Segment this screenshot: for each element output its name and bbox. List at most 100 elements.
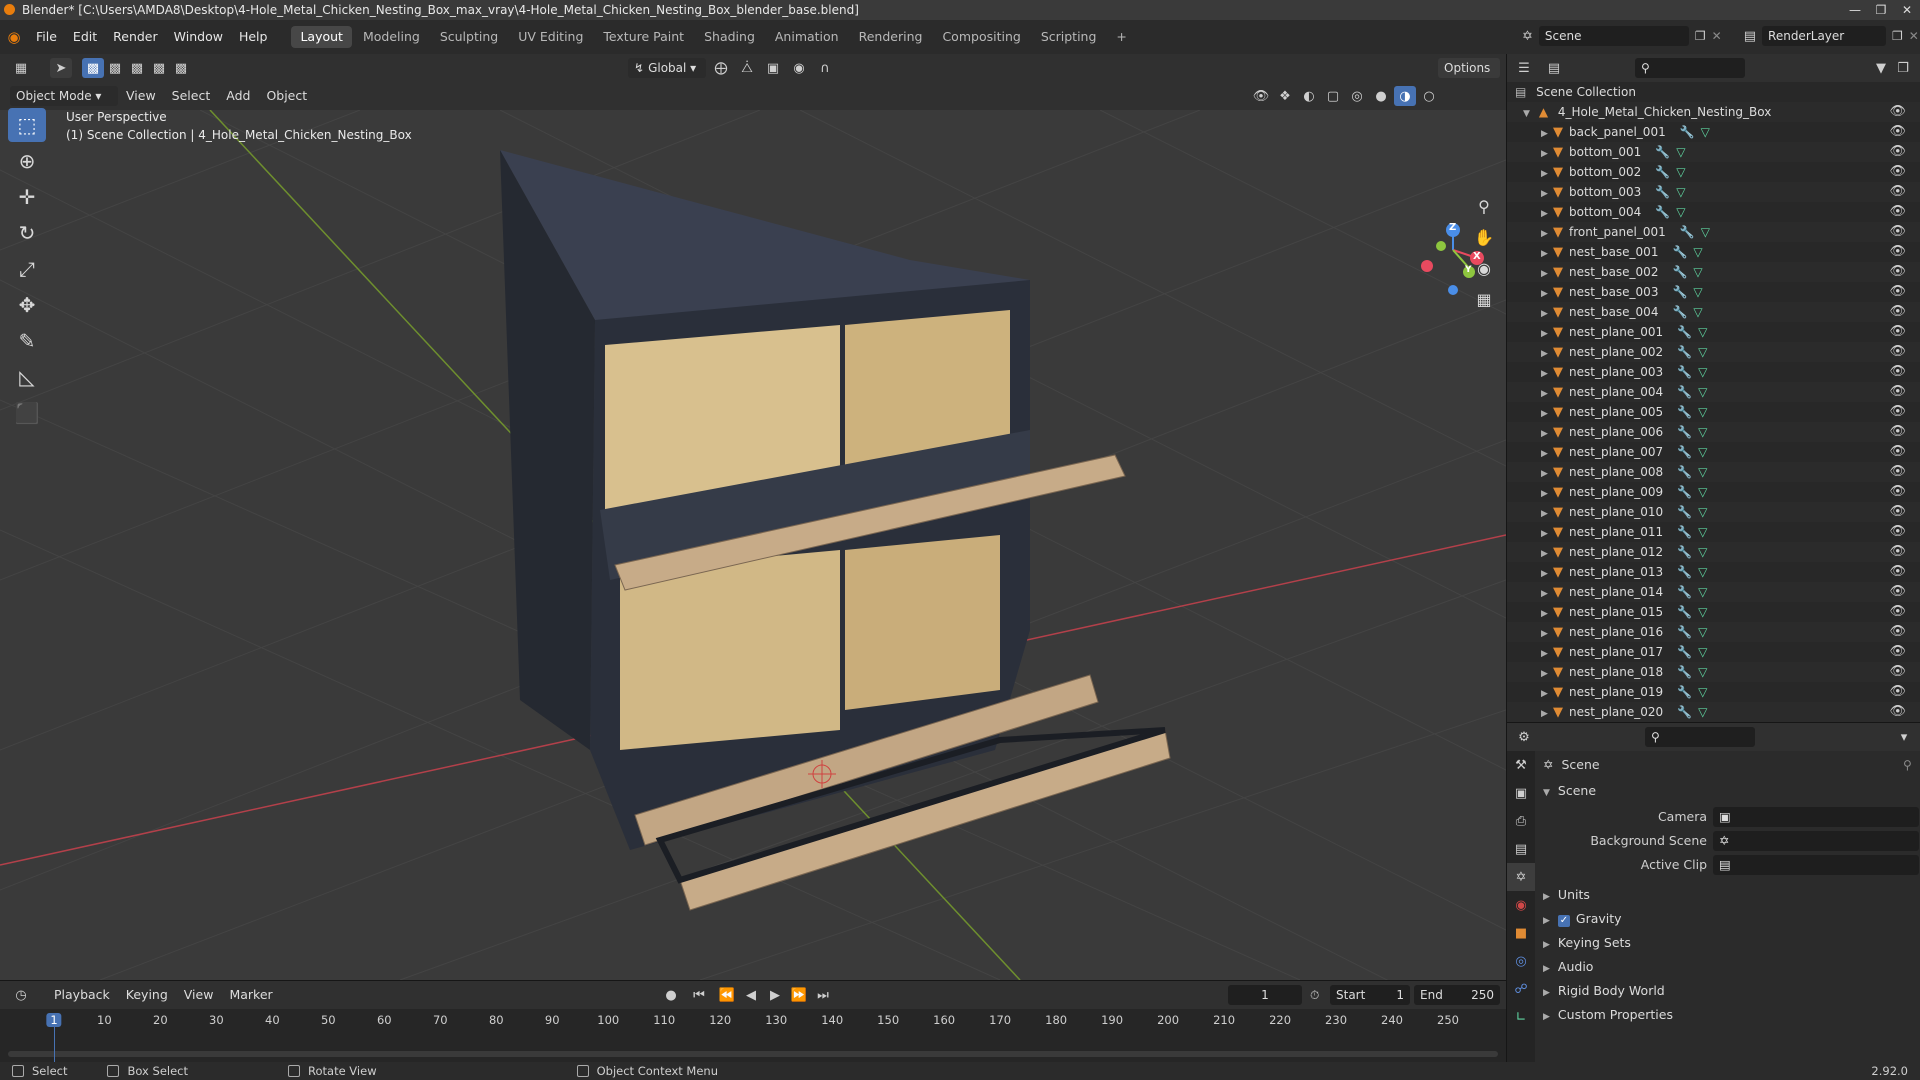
timeline-menu-marker[interactable]: Marker [221,981,280,1009]
modifier-wrench-icon[interactable]: 🔧 [1680,125,1695,139]
visibility-eye-icon[interactable]: 👁 [1889,282,1906,302]
select-extend-icon[interactable]: ▩ [104,58,126,78]
visibility-eye-icon[interactable]: 👁 [1889,502,1906,522]
expand-arrow-icon[interactable]: ▶ [1541,664,1553,684]
workspace-tab-animation[interactable]: Animation [766,26,848,48]
timeline-menu-playback[interactable]: Playback [46,981,118,1009]
modifier-wrench-icon[interactable]: 🔧 [1677,465,1692,479]
active-clip-field[interactable]: ▤ [1713,855,1919,875]
properties-search-input[interactable]: ⚲ [1645,727,1755,747]
mesh-data-icon[interactable]: ▽ [1698,505,1707,519]
gravity-checkbox[interactable]: ✓ [1557,915,1570,927]
pivot-point-icon[interactable]: ⨁ [710,58,732,78]
timeline-menu-view[interactable]: View [176,981,222,1009]
add-workspace-button[interactable]: + [1107,26,1135,48]
visibility-eye-icon[interactable]: 👁 [1889,482,1906,502]
visibility-eye-icon[interactable]: 👁 [1889,362,1906,382]
mesh-data-icon[interactable]: ▽ [1698,625,1707,639]
view-layer-field[interactable]: RenderLayer [1762,26,1887,46]
expand-arrow-icon[interactable]: ▶ [1541,564,1553,584]
mesh-data-icon[interactable]: ▽ [1698,445,1707,459]
outliner-object-row[interactable]: ▶ ▼ nest_base_001 🔧 ▽ 👁 [1507,242,1920,262]
expand-arrow-icon[interactable]: ▶ [1541,644,1553,664]
outliner-object-row[interactable]: ▶ ▼ nest_base_004 🔧 ▽ 👁 [1507,302,1920,322]
outliner-object-row[interactable]: ▶ ▼ bottom_003 🔧 ▽ 👁 [1507,182,1920,202]
mesh-data-icon[interactable]: ▽ [1698,685,1707,699]
properties-subsection[interactable]: ▶ Keying Sets [1543,931,1631,955]
delete-scene-icon[interactable]: ✕ [1712,29,1722,43]
next-keyframe-icon[interactable]: ⏩ [788,985,810,1005]
neg-z-axis-handle[interactable] [1448,285,1458,295]
material-shading-icon[interactable]: ◑ [1394,86,1416,106]
outliner-object-row[interactable]: ▶ ▼ nest_plane_020 🔧 ▽ 👁 [1507,702,1920,722]
delete-view-layer-icon[interactable]: ✕ [1909,29,1919,43]
outliner-object-row[interactable]: ▶ ▼ nest_plane_016 🔧 ▽ 👁 [1507,622,1920,642]
expand-arrow-icon[interactable]: ▶ [1541,244,1553,264]
visibility-eye-icon[interactable]: 👁 [1889,302,1906,322]
select-subtract-icon[interactable]: ▩ [126,58,148,78]
jump-start-icon[interactable]: ⏮ [684,985,714,1005]
visibility-eye-icon[interactable]: 👁 [1889,662,1906,682]
expand-arrow-icon[interactable]: ▶ [1541,224,1553,244]
expand-arrow-icon[interactable]: ▶ [1541,544,1553,564]
editor-type-icon[interactable]: ▦ [10,58,32,78]
timeline-scrollbar[interactable] [8,1051,1498,1057]
workspace-tab-sculpting[interactable]: Sculpting [431,26,507,48]
modifier-wrench-icon[interactable]: 🔧 [1655,145,1670,159]
outliner-object-row[interactable]: ▶ ▼ nest_plane_004 🔧 ▽ 👁 [1507,382,1920,402]
object-mode-dropdown[interactable]: Object Mode ▾ [10,86,118,106]
cursor-tool[interactable]: ⊕ [8,144,46,178]
expand-arrow-icon[interactable]: ▶ [1541,624,1553,644]
rotate-tool[interactable]: ↻ [8,216,46,250]
workspace-tab-modeling[interactable]: Modeling [354,26,429,48]
viewport-menu-select[interactable]: Select [164,82,219,110]
outliner-object-row[interactable]: ▶ ▼ nest_plane_013 🔧 ▽ 👁 [1507,562,1920,582]
modifier-wrench-icon[interactable]: 🔧 [1677,605,1692,619]
modifier-wrench-icon[interactable]: 🔧 [1677,705,1692,719]
mesh-data-icon[interactable]: ▽ [1693,245,1702,259]
physics-tab-icon[interactable]: ◎ [1507,947,1535,975]
select-new-icon[interactable]: ▩ [82,58,104,78]
expand-arrow-icon[interactable]: ▶ [1541,464,1553,484]
expand-arrow-icon[interactable]: ▶ [1541,304,1553,324]
move-tool[interactable]: ✛ [8,180,46,214]
workspace-tab-texture-paint[interactable]: Texture Paint [594,26,693,48]
mesh-data-icon[interactable]: ▽ [1698,325,1707,339]
modifier-wrench-icon[interactable]: 🔧 [1655,205,1670,219]
outliner-object-row[interactable]: ▶ ▼ nest_plane_010 🔧 ▽ 👁 [1507,502,1920,522]
maximize-button[interactable]: ❐ [1868,0,1894,20]
snap-icon[interactable]: ⧊ [736,58,758,78]
view-layer-tab-icon[interactable]: ▤ [1507,835,1535,863]
mesh-data-icon[interactable]: ▽ [1698,405,1707,419]
viewport-menu-add[interactable]: Add [218,82,258,110]
expand-arrow-icon[interactable]: ▶ [1541,584,1553,604]
current-frame-field[interactable]: 1 [1228,985,1302,1005]
visibility-eye-icon[interactable]: 👁 [1889,382,1906,402]
collapse-arrow-icon[interactable]: ▼ [1523,104,1535,124]
outliner-object-row[interactable]: ▶ ▼ nest_plane_015 🔧 ▽ 👁 [1507,602,1920,622]
outliner-object-row[interactable]: ▶ ▼ nest_plane_018 🔧 ▽ 👁 [1507,662,1920,682]
visibility-eye-icon[interactable]: 👁 [1889,102,1906,122]
display-mode-icon[interactable]: ▤ [1543,58,1565,78]
constraints-tab-icon[interactable]: ☍ [1507,975,1535,1003]
mesh-data-icon[interactable]: ▽ [1698,565,1707,579]
new-scene-icon[interactable]: ❐ [1695,29,1706,43]
viewport-menu-object[interactable]: Object [258,82,315,110]
menu-render[interactable]: Render [105,20,166,54]
add-cube-tool[interactable]: ⬛ [8,396,46,430]
data-tab-icon[interactable]: ∟ [1507,1003,1535,1031]
visibility-eye-icon[interactable]: 👁 [1889,682,1906,702]
expand-arrow-icon[interactable]: ▶ [1541,684,1553,704]
transform-tool[interactable]: ✥ [8,288,46,322]
menu-file[interactable]: File [28,20,65,54]
expand-arrow-icon[interactable]: ▶ [1541,144,1553,164]
modifier-wrench-icon[interactable]: 🔧 [1672,245,1687,259]
close-window-button[interactable]: ✕ [1894,0,1920,20]
expand-arrow-icon[interactable]: ▶ [1541,124,1553,144]
workspace-tab-scripting[interactable]: Scripting [1032,26,1106,48]
modifier-wrench-icon[interactable]: 🔧 [1677,585,1692,599]
expand-arrow-icon[interactable]: ▶ [1541,424,1553,444]
modifier-wrench-icon[interactable]: 🔧 [1677,545,1692,559]
menu-edit[interactable]: Edit [65,20,105,54]
annotate-tool[interactable]: ✎ [8,324,46,358]
